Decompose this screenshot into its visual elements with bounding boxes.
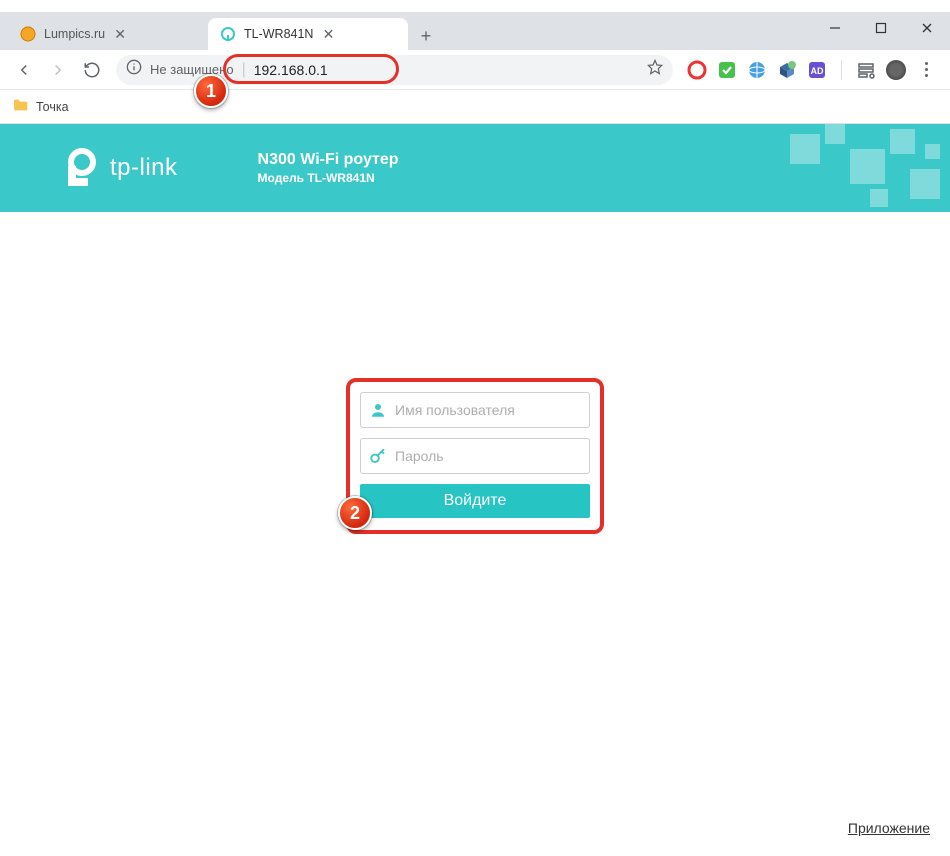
window-controls [812, 12, 950, 50]
close-icon[interactable]: ✕ [321, 27, 335, 41]
browser-tabstrip: Lumpics.ru ✕ TL-WR841N ✕ + [0, 12, 950, 50]
ext-opera-icon[interactable] [687, 60, 707, 80]
brand-text: tp-link [110, 154, 178, 182]
username-field[interactable]: Имя пользователя [360, 392, 590, 428]
browser-menu-button[interactable] [916, 60, 936, 80]
minimize-button[interactable] [812, 12, 858, 44]
ext-music-icon[interactable] [856, 60, 876, 80]
tab-title: TL-WR841N [244, 27, 313, 41]
favicon-lumpics [20, 26, 36, 42]
router-banner: tp-link N300 Wi-Fi роутер Модель TL-WR84… [0, 124, 950, 212]
extension-icons: AD [681, 60, 942, 80]
banner-decoration [770, 124, 950, 212]
tab-title: Lumpics.ru [44, 27, 105, 41]
close-window-button[interactable] [904, 12, 950, 44]
ext-cube-icon[interactable] [777, 60, 797, 80]
browser-tab-lumpics[interactable]: Lumpics.ru ✕ [8, 18, 208, 50]
bookmark-star-icon[interactable] [647, 59, 663, 80]
login-form: Имя пользователя Пароль Войдите [346, 378, 604, 534]
close-icon[interactable]: ✕ [113, 27, 127, 41]
login-button[interactable]: Войдите [360, 484, 590, 518]
tplink-logo: tp-link [60, 148, 178, 188]
login-area: Имя пользователя Пароль Войдите [346, 378, 604, 534]
new-tab-button[interactable]: + [412, 22, 440, 50]
reload-button[interactable] [76, 54, 108, 86]
browser-toolbar: Не защищено | 192.168.0.1 AD [0, 50, 950, 90]
password-placeholder: Пароль [395, 448, 444, 464]
user-icon [369, 401, 387, 419]
window-titlebar [0, 0, 950, 12]
favicon-tplink [220, 26, 236, 42]
username-placeholder: Имя пользователя [395, 402, 515, 418]
app-link[interactable]: Приложение [848, 820, 930, 836]
tplink-logo-icon [60, 148, 100, 188]
ext-ad-icon[interactable]: AD [807, 60, 827, 80]
url-text: 192.168.0.1 [254, 62, 328, 78]
toolbar-separator [841, 60, 842, 80]
annotation-callout-1: 1 [194, 74, 228, 108]
banner-subtitle: Модель TL-WR841N [258, 171, 399, 185]
back-button[interactable] [8, 54, 40, 86]
bookmark-item[interactable]: Точка [36, 100, 69, 114]
annotation-callout-2: 2 [338, 496, 372, 530]
forward-button[interactable] [42, 54, 74, 86]
security-label: Не защищено [150, 62, 234, 77]
key-icon [369, 447, 387, 465]
ext-globe-icon[interactable] [747, 60, 767, 80]
login-button-label: Войдите [444, 492, 507, 510]
separator: | [242, 61, 246, 79]
avatar[interactable] [886, 60, 906, 80]
banner-title: N300 Wi-Fi роутер [258, 151, 399, 169]
maximize-button[interactable] [858, 12, 904, 44]
app-link-label: Приложение [848, 820, 930, 836]
password-field[interactable]: Пароль [360, 438, 590, 474]
info-icon[interactable] [126, 59, 142, 80]
svg-text:AD: AD [811, 66, 824, 76]
browser-tab-router[interactable]: TL-WR841N ✕ [208, 18, 408, 50]
folder-icon [12, 97, 28, 116]
ext-check-icon[interactable] [717, 60, 737, 80]
bookmarks-bar: Точка [0, 90, 950, 124]
